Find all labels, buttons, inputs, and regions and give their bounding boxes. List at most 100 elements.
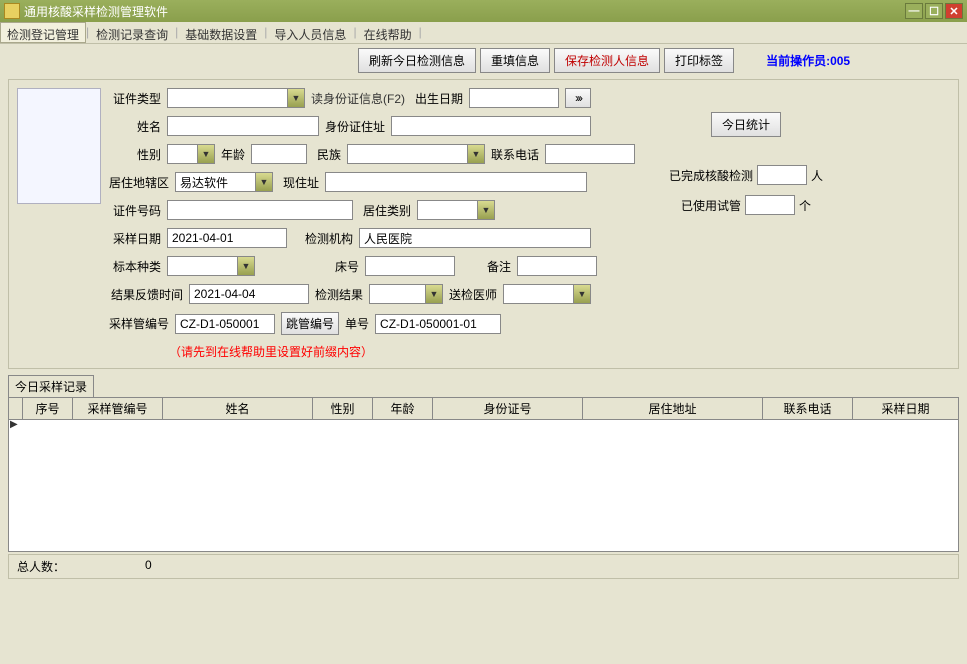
window-title: 通用核酸采样检测管理软件 xyxy=(24,3,903,20)
menu-basedata[interactable]: 基础数据设置 xyxy=(178,22,264,43)
doctor-input[interactable] xyxy=(503,284,573,304)
right-panel: 今日统计 已完成核酸检测 人 已使用试管 个 xyxy=(651,88,841,360)
nation-label: 民族 xyxy=(313,146,341,163)
tubes-label: 已使用试管 xyxy=(681,197,741,214)
col-gender: 性别 xyxy=(313,398,373,419)
tubeno-label: 采样管编号 xyxy=(109,315,169,332)
col-date: 采样日期 xyxy=(853,398,958,419)
completed-label: 已完成核酸检测 xyxy=(669,167,753,184)
idtype-input[interactable] xyxy=(167,88,287,108)
remark-label: 备注 xyxy=(461,258,511,275)
form: 证件类型 ▼ 读身份证信息(F2) 出生日期 ››› 姓名 身份证住址 性别 ▼ xyxy=(109,88,635,360)
region-drop[interactable]: ▼ xyxy=(255,172,273,192)
gender-input[interactable] xyxy=(167,144,197,164)
menu-register[interactable]: 检测登记管理 xyxy=(0,22,86,43)
toolbar: 刷新今日检测信息 重填信息 保存检测人信息 打印标签 当前操作员:005 xyxy=(358,48,959,73)
grid-header: 序号 采样管编号 姓名 性别 年龄 身份证号 居住地址 联系电话 采样日期 xyxy=(9,398,958,420)
completed-unit: 人 xyxy=(811,167,823,184)
age-label: 年龄 xyxy=(221,146,245,163)
col-phone: 联系电话 xyxy=(763,398,853,419)
spectype-input[interactable] xyxy=(167,256,237,276)
addr-label: 现住址 xyxy=(279,174,319,191)
region-label: 居住地辖区 xyxy=(109,174,169,191)
col-seq: 序号 xyxy=(23,398,73,419)
col-addr: 居住地址 xyxy=(583,398,763,419)
idno-label: 证件号码 xyxy=(109,202,161,219)
refresh-button[interactable]: 刷新今日检测信息 xyxy=(358,48,476,73)
operator-label: 当前操作员:005 xyxy=(766,52,850,69)
result-input[interactable] xyxy=(369,284,425,304)
sampledate-label: 采样日期 xyxy=(109,230,161,247)
idtype-drop[interactable]: ▼ xyxy=(287,88,305,108)
spectype-drop[interactable]: ▼ xyxy=(237,256,255,276)
completed-input[interactable] xyxy=(757,165,807,185)
col-idno: 身份证号 xyxy=(433,398,583,419)
result-label: 检测结果 xyxy=(315,286,363,303)
refill-button[interactable]: 重填信息 xyxy=(480,48,550,73)
name-label: 姓名 xyxy=(109,118,161,135)
birth-input[interactable] xyxy=(469,88,559,108)
gender-label: 性别 xyxy=(109,146,161,163)
menu-query[interactable]: 检测记录查询 xyxy=(89,22,175,43)
print-button[interactable]: 打印标签 xyxy=(664,48,734,73)
livetype-label: 居住类别 xyxy=(359,202,411,219)
record-grid[interactable]: 序号 采样管编号 姓名 性别 年龄 身份证号 居住地址 联系电话 采样日期 ▶ xyxy=(8,397,959,552)
livetype-input[interactable] xyxy=(417,200,477,220)
photo-placeholder xyxy=(17,88,101,204)
col-tube: 采样管编号 xyxy=(73,398,163,419)
app-icon xyxy=(4,3,20,19)
age-input[interactable] xyxy=(251,144,307,164)
tubes-unit: 个 xyxy=(799,197,811,214)
single-input[interactable] xyxy=(375,314,501,334)
spectype-label: 标本种类 xyxy=(109,258,161,275)
feedback-label: 结果反馈时间 xyxy=(109,286,183,303)
phone-label: 联系电话 xyxy=(491,146,539,163)
save-button[interactable]: 保存检测人信息 xyxy=(554,48,660,73)
record-tab[interactable]: 今日采样记录 xyxy=(8,375,94,397)
livetype-drop[interactable]: ▼ xyxy=(477,200,495,220)
menu-import[interactable]: 导入人员信息 xyxy=(267,22,353,43)
birth-label: 出生日期 xyxy=(411,90,463,107)
tubeno-input[interactable] xyxy=(175,314,275,334)
idtype-label: 证件类型 xyxy=(109,90,161,107)
today-stat-button[interactable]: 今日统计 xyxy=(711,112,781,137)
maximize-button[interactable]: ☐ xyxy=(925,3,943,19)
region-input[interactable] xyxy=(175,172,255,192)
name-input[interactable] xyxy=(167,116,319,136)
minimize-button[interactable]: — xyxy=(905,3,923,19)
total-label: 总人数： xyxy=(17,560,65,574)
idaddr-input[interactable] xyxy=(391,116,591,136)
bed-label: 床号 xyxy=(261,258,359,275)
doctor-label: 送检医师 xyxy=(449,286,497,303)
col-age: 年龄 xyxy=(373,398,433,419)
record-tab-header: 今日采样记录 xyxy=(8,375,959,397)
gender-drop[interactable]: ▼ xyxy=(197,144,215,164)
feedback-input[interactable] xyxy=(189,284,309,304)
skiptube-button[interactable]: 跳管编号 xyxy=(281,312,339,335)
phone-input[interactable] xyxy=(545,144,635,164)
total-value: 0 xyxy=(145,558,152,575)
org-input[interactable] xyxy=(359,228,591,248)
doctor-drop[interactable]: ▼ xyxy=(573,284,591,304)
single-label: 单号 xyxy=(345,315,369,332)
titlebar: 通用核酸采样检测管理软件 — ☐ ✕ xyxy=(0,0,967,22)
col-name: 姓名 xyxy=(163,398,313,419)
menu-help[interactable]: 在线帮助 xyxy=(357,22,419,43)
sampledate-input[interactable] xyxy=(167,228,287,248)
remark-input[interactable] xyxy=(517,256,597,276)
nation-drop[interactable]: ▼ xyxy=(467,144,485,164)
idno-input[interactable] xyxy=(167,200,353,220)
addr-input[interactable] xyxy=(325,172,587,192)
idaddr-label: 身份证住址 xyxy=(325,118,385,135)
result-drop[interactable]: ▼ xyxy=(425,284,443,304)
close-button[interactable]: ✕ xyxy=(945,3,963,19)
readid-hint: 读身份证信息(F2) xyxy=(311,90,405,107)
birth-picker-icon[interactable]: ››› xyxy=(565,88,591,108)
nation-input[interactable] xyxy=(347,144,467,164)
bed-input[interactable] xyxy=(365,256,455,276)
prefix-tip: （请先到在线帮助里设置好前缀内容） xyxy=(169,343,635,360)
menubar: 检测登记管理| 检测记录查询| 基础数据设置| 导入人员信息| 在线帮助| xyxy=(0,22,967,44)
tubes-input[interactable] xyxy=(745,195,795,215)
status-bar: 总人数： 0 xyxy=(8,554,959,579)
row-marker-icon: ▶ xyxy=(10,419,18,430)
